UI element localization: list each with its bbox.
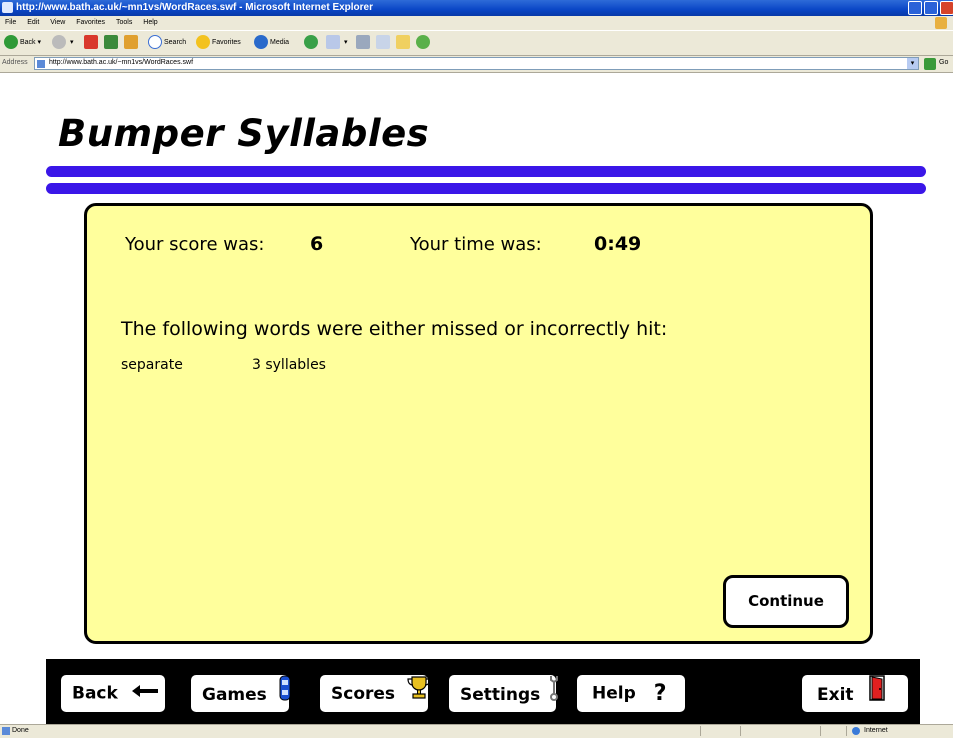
close-window-button[interactable] (940, 1, 953, 15)
results-panel: Your score was: 6 Your time was: 0:49 Th… (84, 203, 873, 644)
time-label: Your time was: (410, 234, 542, 255)
back-toolbar-button[interactable]: Back ▾ (4, 35, 41, 51)
mail-icon (326, 35, 340, 50)
menu-bar: File Edit View Favorites Tools Help (0, 16, 953, 30)
go-button[interactable]: Go (939, 59, 948, 66)
history-icon (304, 35, 318, 50)
menu-help[interactable]: Help (143, 19, 157, 26)
refresh-icon (104, 35, 118, 50)
search-toolbar-button[interactable]: Search (148, 35, 186, 51)
nav-help-button[interactable]: Help ? (577, 675, 685, 712)
trophy-icon (407, 675, 431, 713)
messenger-icon (416, 35, 430, 50)
status-bar: Done Internet (0, 724, 953, 738)
door-icon (869, 675, 886, 715)
forward-arrow-icon (52, 35, 66, 50)
title-divider-bottom (46, 183, 926, 194)
search-icon (148, 35, 162, 50)
history-button[interactable] (304, 35, 320, 51)
edit-icon (376, 35, 390, 50)
window-title: http://www.bath.ac.uk/~mn1vs/WordRaces.s… (16, 2, 374, 13)
back-arrow-icon (4, 35, 18, 50)
menu-favorites[interactable]: Favorites (76, 19, 105, 26)
minimize-button[interactable] (908, 1, 922, 15)
missed-words-heading: The following words were either missed o… (121, 318, 668, 340)
status-text: Done (12, 727, 29, 734)
notes-icon (396, 35, 410, 50)
security-zone: Internet (864, 727, 888, 734)
mail-button[interactable]: ▾ (326, 35, 347, 51)
media-toolbar-button[interactable]: Media (254, 35, 289, 51)
missed-word-syllables: 3 syllables (252, 357, 326, 373)
page-icon (37, 60, 45, 68)
game-title: Bumper Syllables (58, 112, 430, 155)
nav-scores-label: Scores (331, 684, 396, 704)
menu-tools[interactable]: Tools (116, 19, 132, 26)
game-content: Bumper Syllables Your score was: 6 Your … (0, 74, 953, 724)
score-value: 6 (310, 233, 324, 255)
nav-exit-button[interactable]: Exit (802, 675, 908, 712)
edit-button[interactable] (376, 35, 392, 51)
car-icon (279, 675, 291, 715)
favorites-toolbar-button[interactable]: Favorites (196, 35, 241, 51)
nav-help-label: Help (592, 683, 636, 704)
home-button[interactable] (124, 35, 140, 51)
address-dropdown-icon[interactable]: ▾ (907, 58, 918, 69)
windows-flag-icon (935, 17, 947, 29)
internet-zone-icon (852, 727, 860, 735)
star-icon (196, 35, 210, 50)
nav-settings-button[interactable]: Settings (449, 675, 559, 715)
status-separator (820, 726, 821, 736)
window-titlebar: http://www.bath.ac.uk/~mn1vs/WordRaces.s… (0, 0, 953, 16)
wrench-icon (549, 675, 559, 715)
status-separator (740, 726, 741, 736)
game-nav-bar: Back Games Scores Settings Help ? Exit (46, 659, 920, 724)
nav-exit-label: Exit (817, 685, 854, 705)
menu-edit[interactable]: Edit (27, 19, 39, 26)
address-bar: Address http://www.bath.ac.uk/~mn1vs/Wor… (0, 56, 953, 73)
go-arrow-icon[interactable] (924, 58, 936, 70)
time-value: 0:49 (594, 233, 642, 255)
page-done-icon (2, 727, 10, 735)
score-label: Your score was: (125, 234, 265, 255)
nav-back-label: Back (72, 683, 118, 704)
status-separator (846, 726, 847, 736)
address-label: Address (2, 59, 28, 66)
nav-scores-button[interactable]: Scores (320, 675, 431, 713)
menu-file[interactable]: File (5, 19, 16, 26)
print-button[interactable] (356, 35, 372, 51)
address-url: http://www.bath.ac.uk/~mn1vs/WordRaces.s… (49, 59, 194, 66)
maximize-button[interactable] (924, 1, 938, 15)
stop-button[interactable] (84, 35, 100, 51)
ie-logo-icon (2, 2, 13, 13)
nav-settings-label: Settings (460, 685, 541, 705)
forward-toolbar-button[interactable]: ▾ (52, 35, 73, 51)
missed-word: separate (121, 357, 183, 373)
title-divider-top (46, 166, 926, 177)
continue-button[interactable]: Continue (723, 575, 849, 628)
arrow-left-icon (130, 675, 160, 712)
discuss-button[interactable] (396, 35, 412, 51)
nav-games-label: Games (202, 685, 267, 705)
refresh-button[interactable] (104, 35, 120, 51)
media-icon (254, 35, 268, 50)
status-separator (700, 726, 701, 736)
menu-view[interactable]: View (50, 19, 65, 26)
question-icon: ? (653, 681, 667, 706)
messenger-button[interactable] (416, 35, 432, 51)
home-icon (124, 35, 138, 50)
nav-games-button[interactable]: Games (191, 675, 291, 715)
nav-back-button[interactable]: Back (61, 675, 165, 712)
print-icon (356, 35, 370, 50)
stop-icon (84, 35, 98, 50)
address-input[interactable]: http://www.bath.ac.uk/~mn1vs/WordRaces.s… (34, 57, 919, 70)
browser-toolbar: Back ▾ ▾ Search Favorites Media ▾ (0, 30, 953, 56)
